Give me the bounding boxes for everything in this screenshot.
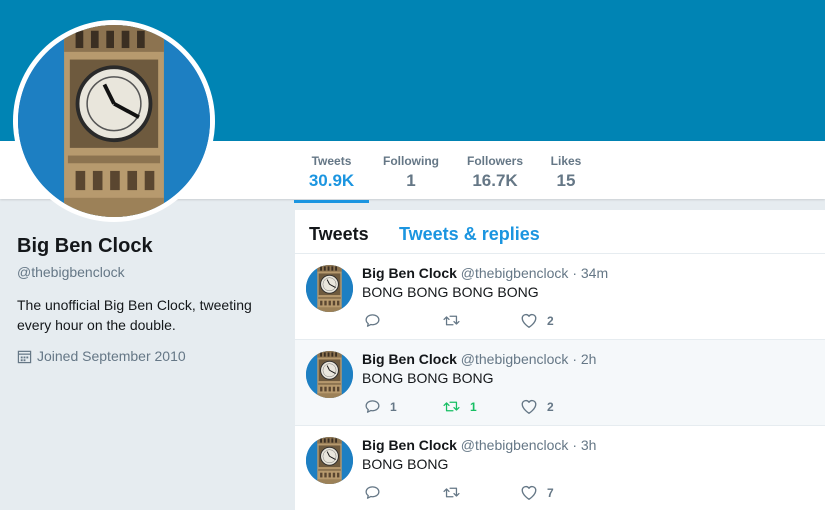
timeline: Tweets Tweets & replies Big Ben Clock @t… (295, 210, 825, 510)
retweet-button[interactable] (442, 484, 470, 501)
retweet-button[interactable]: 1 (442, 398, 477, 415)
tweet-author-handle[interactable]: @thebigbenclock (461, 437, 569, 453)
reply-button[interactable] (364, 312, 390, 329)
tweet-separator: · (572, 265, 577, 281)
tweet-author-handle[interactable]: @thebigbenclock (461, 351, 569, 367)
tweet-header: Big Ben Clock @thebigbenclock · 34m (362, 265, 608, 281)
stat-followers[interactable]: Followers 16.7K (460, 154, 530, 191)
tweet-actions: 2 (364, 312, 584, 330)
joined-date: Joined September 2010 (37, 348, 186, 364)
tweet-text: BONG BONG (362, 456, 449, 472)
profile-bio: The unofficial Big Ben Clock, tweeting e… (17, 297, 252, 333)
retweet-count: 1 (470, 399, 477, 414)
tweet-separator: · (572, 351, 577, 367)
like-button[interactable]: 7 (520, 484, 554, 501)
tweet-text: BONG BONG BONG BONG (362, 284, 539, 300)
like-count: 7 (547, 485, 554, 500)
retweet-icon (443, 401, 460, 412)
reply-icon (365, 486, 380, 499)
tab-tweets[interactable]: Tweets (309, 224, 369, 245)
profile-card: Big Ben Clock @thebigbenclock The unoffi… (17, 235, 277, 364)
avatar-image (18, 25, 210, 217)
tweet-actions: 7 (364, 484, 584, 502)
tweet-timestamp[interactable]: 3h (581, 437, 597, 453)
timeline-tabs: Tweets Tweets & replies (295, 210, 825, 254)
tweet-timestamp[interactable]: 34m (581, 265, 608, 281)
like-count: 2 (547, 399, 554, 414)
retweet-button[interactable] (442, 312, 470, 329)
tweet-separator: · (572, 437, 577, 453)
tweet-actions: 1 1 2 (364, 398, 584, 416)
stat-followers-value: 16.7K (472, 171, 518, 190)
stat-likes[interactable]: Likes 15 (546, 154, 586, 191)
tweet[interactable]: Big Ben Clock @thebigbenclock · 3h BONG … (295, 426, 825, 510)
like-count: 2 (547, 313, 554, 328)
tab-tweets-and-replies[interactable]: Tweets & replies (399, 224, 540, 245)
tweet-author-handle[interactable]: @thebigbenclock (461, 265, 569, 281)
reply-button[interactable] (364, 484, 390, 501)
tweet-timestamp[interactable]: 2h (581, 351, 597, 367)
tweet-author-name[interactable]: Big Ben Clock (362, 437, 457, 453)
tweet[interactable]: Big Ben Clock @thebigbenclock · 2h BONG … (295, 340, 825, 426)
tweet[interactable]: Big Ben Clock @thebigbenclock · 34m BONG… (295, 254, 825, 340)
tweet-header: Big Ben Clock @thebigbenclock · 2h (362, 351, 596, 367)
reply-icon (365, 314, 380, 327)
tweet-author-name[interactable]: Big Ben Clock (362, 351, 457, 367)
tweet-avatar[interactable] (306, 437, 353, 484)
calendar-icon (17, 350, 32, 363)
stat-following-value: 1 (406, 171, 416, 190)
retweet-icon (443, 315, 460, 326)
tweet-text: BONG BONG BONG (362, 370, 494, 386)
stat-following-label: Following (383, 154, 439, 168)
like-button[interactable]: 2 (520, 312, 554, 329)
heart-icon (521, 486, 537, 500)
stat-likes-value: 15 (556, 171, 576, 190)
stat-tweets-value: 30.9K (308, 171, 355, 190)
stat-likes-label: Likes (550, 154, 582, 168)
profile-joined: Joined September 2010 (17, 348, 277, 364)
retweet-icon (443, 487, 460, 498)
reply-icon (365, 400, 380, 413)
profile-name[interactable]: Big Ben Clock (17, 235, 277, 258)
tweet-header: Big Ben Clock @thebigbenclock · 3h (362, 437, 596, 453)
tweet-author-name[interactable]: Big Ben Clock (362, 265, 457, 281)
profile-handle[interactable]: @thebigbenclock (17, 264, 277, 280)
like-button[interactable]: 2 (520, 398, 554, 415)
stat-followers-label: Followers (466, 154, 523, 168)
stat-tweets[interactable]: Tweets 30.9K (294, 154, 369, 203)
tweet-avatar[interactable] (306, 265, 353, 312)
tweet-avatar[interactable] (306, 351, 353, 398)
heart-icon (521, 400, 537, 414)
heart-icon (521, 314, 537, 328)
reply-count: 1 (390, 399, 397, 414)
reply-button[interactable]: 1 (364, 398, 397, 415)
stat-following[interactable]: Following 1 (380, 154, 442, 191)
stat-tweets-label: Tweets (311, 154, 352, 168)
profile-avatar[interactable] (13, 20, 215, 222)
